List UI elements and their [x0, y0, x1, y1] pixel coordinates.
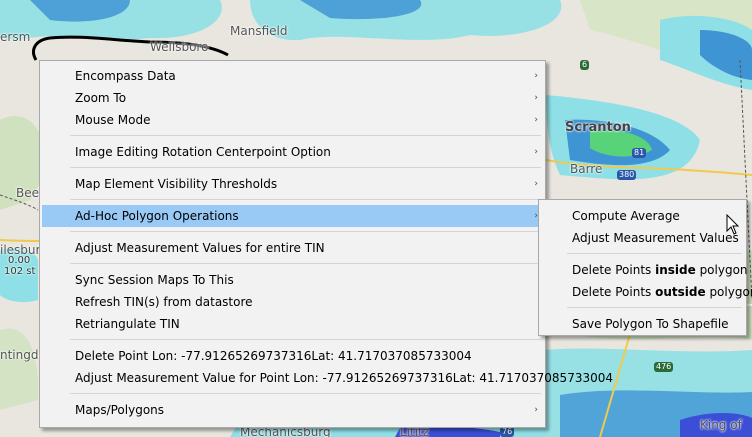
submenu-item-label-prefix: Delete Points [572, 285, 656, 299]
menu-item-adjust-measurement-tin[interactable]: Adjust Measurement Values for entire TIN [42, 237, 543, 259]
chevron-right-icon: › [534, 93, 538, 103]
submenu-item-label: Adjust Measurement Values [572, 231, 739, 245]
highway-shield: 81 [632, 148, 647, 158]
highway-shield: 380 [617, 170, 637, 180]
menu-separator [567, 253, 742, 254]
menu-item-sync-session-maps[interactable]: Sync Session Maps To This [42, 269, 543, 291]
context-menu: Encompass Data › Zoom To › Mouse Mode › … [39, 60, 613, 428]
menu-item-label: Encompass Data [75, 69, 176, 83]
submenu-item-label: Save Polygon To Shapefile [572, 317, 729, 331]
mouse-pointer-icon [726, 214, 740, 235]
menu-item-zoom-to[interactable]: Zoom To › [42, 87, 543, 109]
menu-item-label: Zoom To [75, 91, 127, 105]
submenu-item-label: Compute Average [572, 209, 680, 223]
highway-shield: 476 [654, 362, 674, 372]
submenu-item-compute-average[interactable]: Compute Average [541, 205, 744, 227]
menu-item-label: Image Editing Rotation Centerpoint Optio… [75, 145, 331, 159]
map-label: King of [700, 418, 742, 432]
chevron-right-icon: › [534, 71, 538, 81]
highway-shield: 6 [580, 60, 590, 70]
menu-item-label: Retriangulate TIN [75, 317, 180, 331]
menu-item-mouse-mode[interactable]: Mouse Mode › [42, 109, 543, 131]
menu-separator [70, 199, 541, 200]
map-label: Wellsboro [150, 40, 209, 54]
submenu-item-adjust-measurement-values[interactable]: Adjust Measurement Values [541, 227, 744, 249]
menu-separator [70, 339, 541, 340]
submenu-item-label-suffix: polygon [695, 263, 748, 277]
map-label: ersm [0, 30, 31, 44]
menu-separator [70, 167, 541, 168]
menu-item-retriangulate-tin[interactable]: Retriangulate TIN [42, 313, 543, 335]
menu-item-label: Map Element Visibility Thresholds [75, 177, 278, 191]
submenu-item-label-suffix: polygon [709, 285, 752, 299]
polygon-operations-submenu: Compute Average Adjust Measurement Value… [538, 199, 752, 336]
menu-item-label: Adjust Measurement Values for entire TIN [75, 241, 325, 255]
menu-separator [70, 393, 541, 394]
menu-item-label: Refresh TIN(s) from datastore [75, 295, 253, 309]
menu-item-visibility-thresholds[interactable]: Map Element Visibility Thresholds › [42, 173, 543, 195]
chevron-right-icon: › [534, 405, 538, 415]
menu-separator [567, 307, 742, 308]
menu-separator [70, 135, 541, 136]
map-label: 102 st [4, 266, 36, 277]
map-label: Scranton [565, 120, 631, 135]
submenu-item-save-shapefile[interactable]: Save Polygon To Shapefile [541, 313, 744, 335]
map-label: Barre [570, 162, 603, 176]
chevron-right-icon: › [534, 179, 538, 189]
menu-separator [70, 231, 541, 232]
menu-separator [70, 263, 541, 264]
menu-item-encompass-data[interactable]: Encompass Data › [42, 65, 543, 87]
menu-item-label: Delete Point Lon: -77.91265269737316Lat:… [75, 349, 472, 363]
menu-item-image-editing-rotation[interactable]: Image Editing Rotation Centerpoint Optio… [42, 141, 543, 163]
chevron-right-icon: › [534, 147, 538, 157]
map-label: Bee [16, 186, 39, 200]
menu-item-label: Ad-Hoc Polygon Operations [75, 209, 239, 223]
menu-item-refresh-tin[interactable]: Refresh TIN(s) from datastore [42, 291, 543, 313]
menu-item-label: Adjust Measurement Value for Point Lon: … [75, 371, 614, 385]
submenu-item-delete-inside[interactable]: Delete Points inside polygon [541, 259, 748, 281]
map-label: Mansfield [230, 24, 288, 38]
menu-item-maps-polygons[interactable]: Maps/Polygons › [42, 399, 543, 421]
highway-shield: 76 [500, 427, 515, 437]
menu-item-adjust-point-value[interactable]: Adjust Measurement Value for Point Lon: … [42, 367, 613, 389]
menu-item-delete-point[interactable]: Delete Point Lon: -77.91265269737316Lat:… [42, 345, 543, 367]
map-label: 0.00 [8, 255, 31, 266]
submenu-item-label-emphasis: inside [655, 263, 696, 277]
menu-item-ad-hoc-polygon-operations[interactable]: Ad-Hoc Polygon Operations › [42, 205, 543, 227]
submenu-item-delete-outside[interactable]: Delete Points outside polygon [541, 281, 752, 303]
chevron-right-icon: › [534, 115, 538, 125]
menu-item-label: Maps/Polygons [75, 403, 165, 417]
menu-item-label: Mouse Mode [75, 113, 151, 127]
submenu-item-label-emphasis: outside [655, 285, 706, 299]
submenu-item-label-prefix: Delete Points [572, 263, 656, 277]
menu-item-label: Sync Session Maps To This [75, 273, 234, 287]
